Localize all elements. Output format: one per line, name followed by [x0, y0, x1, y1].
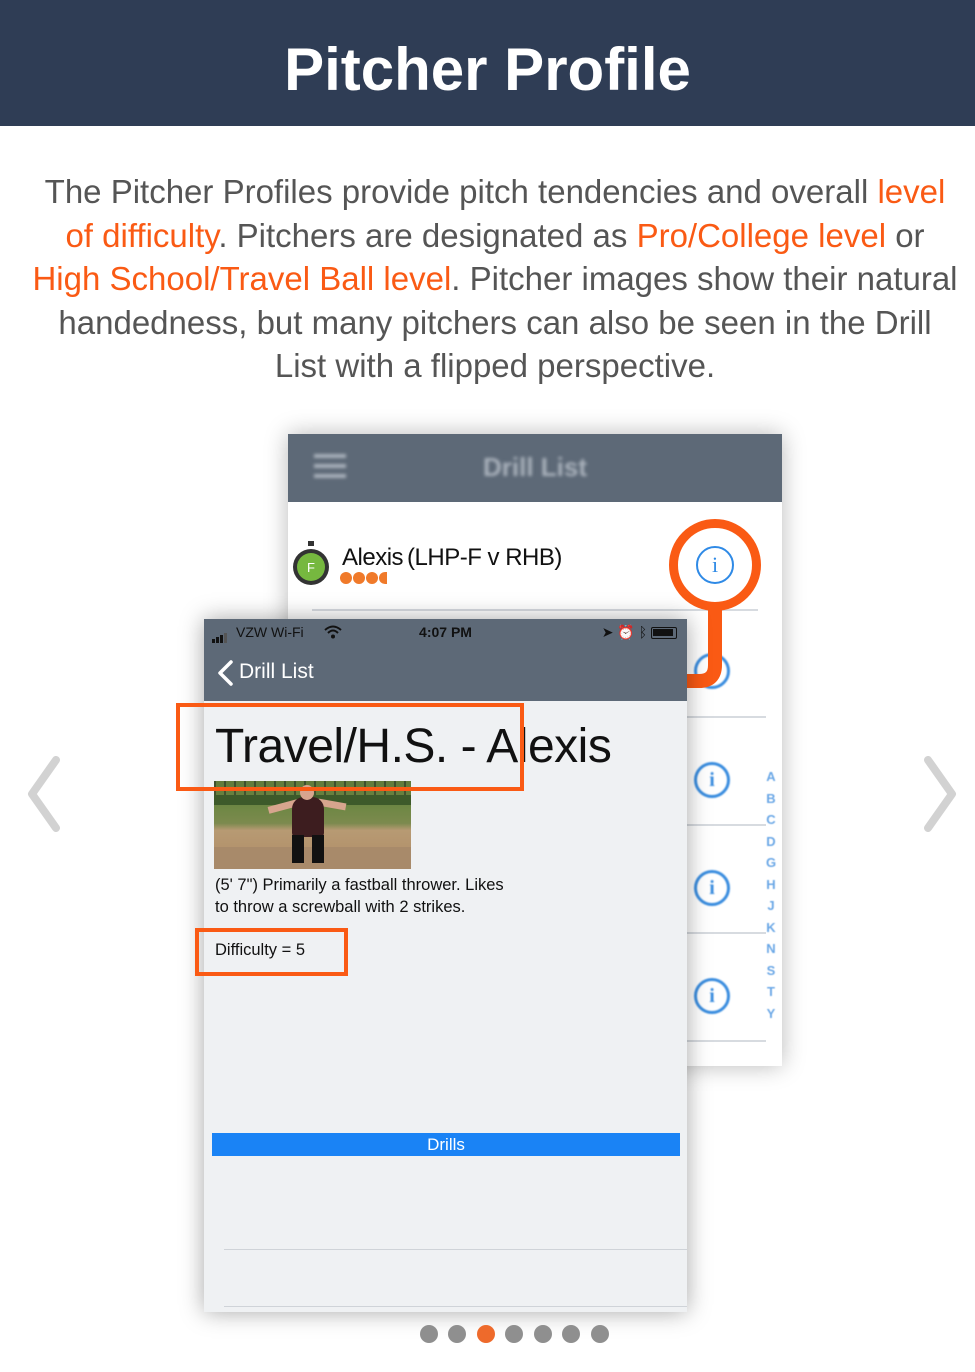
difficulty-dot — [366, 572, 378, 584]
location-icon: ➤ — [601, 624, 614, 640]
battery-icon — [651, 627, 677, 640]
pager-dot[interactable] — [448, 1325, 467, 1343]
pager-dot[interactable] — [590, 1325, 609, 1343]
chevron-left-icon[interactable] — [24, 756, 64, 832]
description-text: The Pitcher Profiles provide pitch tende… — [30, 170, 960, 388]
status-icons: ➤ ⏰ ᛒ — [602, 624, 677, 641]
index-letter[interactable]: J — [764, 895, 778, 917]
stopwatch-badge: F — [307, 560, 315, 575]
description-highlight: Pro/College level — [636, 216, 887, 254]
info-icon[interactable]: i — [694, 870, 730, 906]
difficulty-dots — [340, 571, 388, 589]
info-icon[interactable]: i — [696, 546, 734, 584]
pager-dot[interactable] — [562, 1325, 581, 1343]
index-letter[interactable]: Y — [764, 1003, 778, 1025]
description-part: . Pitchers are designated as — [218, 216, 637, 254]
index-letter[interactable]: N — [764, 938, 778, 960]
bluetooth-icon: ᛒ — [638, 624, 648, 640]
index-letter[interactable]: K — [764, 917, 778, 939]
list-divider — [224, 1306, 687, 1307]
difficulty-dot — [379, 572, 387, 584]
pitcher-name-text: Alexis — [342, 544, 404, 571]
profile-nav-bar: Drill List — [204, 645, 687, 701]
alphabet-index[interactable]: A B C D G H J K N S T Y — [764, 766, 778, 1024]
pitcher-description: (5' 7") Primarily a fastball thrower. Li… — [215, 876, 504, 916]
index-letter[interactable]: T — [764, 981, 778, 1003]
pager-dot[interactable] — [420, 1325, 438, 1343]
drill-list-nav-bar: Drill List — [288, 434, 782, 502]
pitcher-photo — [214, 781, 411, 869]
row-divider — [686, 932, 766, 934]
row-divider — [686, 716, 766, 718]
index-letter[interactable]: D — [764, 831, 778, 853]
index-letter[interactable]: C — [764, 809, 778, 831]
index-letter[interactable]: H — [764, 874, 778, 896]
chevron-right-icon[interactable] — [920, 756, 960, 832]
info-icon[interactable]: i — [694, 978, 730, 1014]
description-part: or — [886, 216, 925, 254]
index-letter[interactable]: S — [764, 960, 778, 982]
back-button[interactable]: Drill List — [239, 660, 314, 684]
difficulty-dot — [340, 572, 352, 584]
page-title: Pitcher Profile — [284, 36, 691, 103]
row-divider — [686, 824, 766, 826]
drills-button[interactable]: Drills — [212, 1133, 680, 1156]
pitcher-matchup: (LHP-F v RHB) — [407, 544, 562, 571]
row-divider — [686, 1040, 766, 1042]
index-letter[interactable]: B — [764, 788, 778, 810]
difficulty-dot — [353, 572, 365, 584]
title-highlight-box — [176, 703, 524, 791]
header-bar: Pitcher Profile — [0, 0, 975, 126]
stopwatch-icon: F — [293, 541, 329, 585]
info-highlight-ring: i — [669, 519, 761, 611]
pager-dot-active[interactable] — [476, 1325, 495, 1343]
pitcher-name: Alexis (LHP-F v RHB) — [342, 544, 562, 572]
description-highlight: High School/Travel Ball level — [32, 260, 452, 297]
pager-dot[interactable] — [533, 1325, 552, 1343]
description-part: The Pitcher Profiles provide pitch tende… — [44, 173, 869, 210]
index-letter[interactable]: G — [764, 852, 778, 874]
pager-dot[interactable] — [505, 1325, 524, 1343]
chevron-left-icon[interactable] — [214, 659, 236, 687]
alarm-icon: ⏰ — [617, 624, 635, 640]
list-divider — [224, 1249, 687, 1250]
carousel-pager — [420, 1325, 615, 1343]
status-bar: VZW Wi-Fi 4:07 PM ➤ ⏰ ᛒ — [204, 619, 687, 645]
info-icon[interactable]: i — [694, 762, 730, 798]
index-letter[interactable]: A — [764, 766, 778, 788]
difficulty-highlight-box — [195, 928, 348, 976]
drill-list-title: Drill List — [482, 452, 587, 482]
